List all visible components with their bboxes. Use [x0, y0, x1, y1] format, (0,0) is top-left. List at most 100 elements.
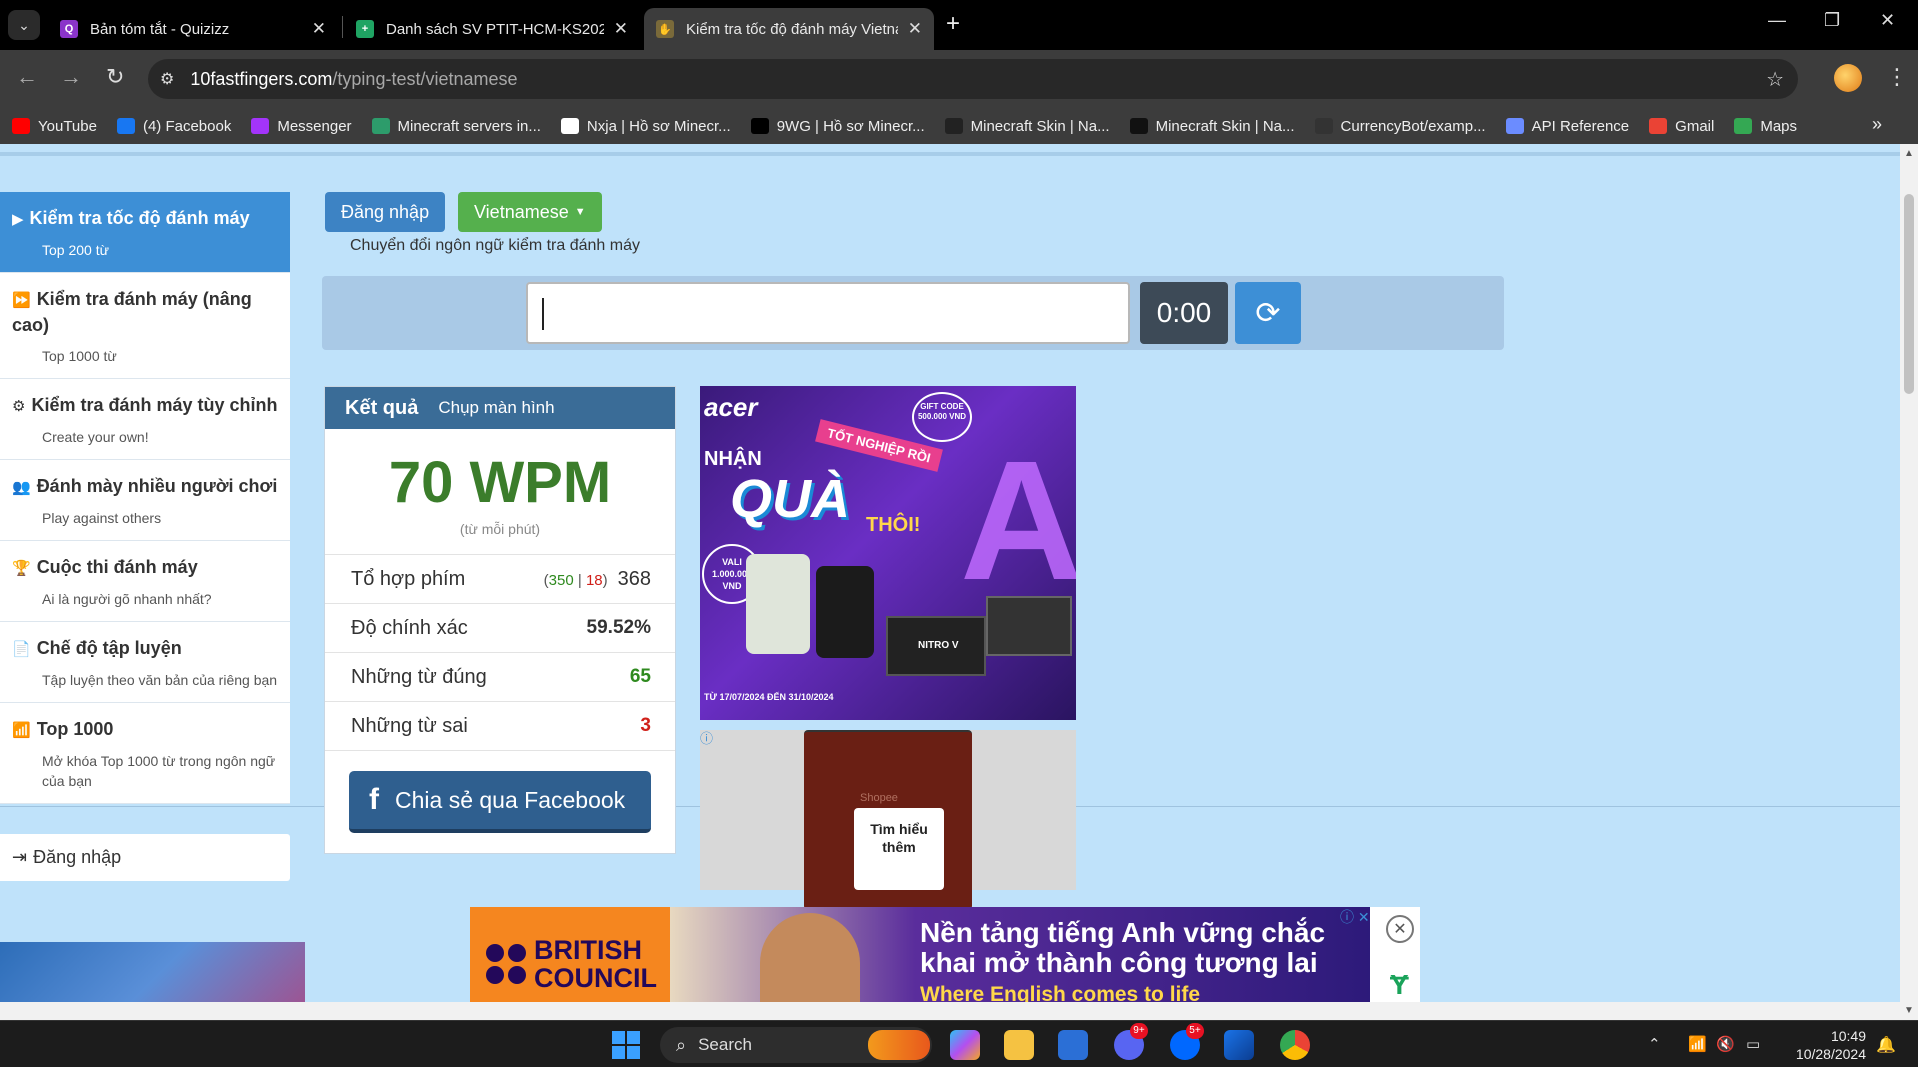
- more-bookmarks-icon[interactable]: »: [1872, 114, 1882, 135]
- luggage-image: [746, 554, 810, 654]
- learn-more-button[interactable]: Tìm hiểu thêm: [854, 808, 944, 890]
- bookmark-label: (4) Facebook: [142, 117, 232, 135]
- site-info-icon[interactable]: ⚙: [160, 69, 174, 89]
- screenshot-tab[interactable]: Chụp màn hình: [438, 398, 554, 418]
- sidebar-item-title-row: ⏩ Kiểm tra đánh máy (nâng cao): [12, 287, 278, 338]
- scroll-thumb[interactable]: [1904, 194, 1914, 394]
- discord-badge: 9+: [1130, 1023, 1148, 1039]
- mail-app-icon[interactable]: [1224, 1030, 1254, 1060]
- typing-bar: 0:00 ⟳: [322, 276, 1504, 350]
- menu-icon[interactable]: ⋮: [1886, 64, 1908, 90]
- ad-qua: QUÀ: [730, 469, 850, 529]
- chrome-icon[interactable]: [1280, 1030, 1310, 1060]
- login-button[interactable]: Đăng nhập: [325, 192, 446, 232]
- language-note: Chuyển đổi ngôn ngữ kiểm tra đánh máy: [350, 237, 640, 254]
- tab-strip: ⌄ Q Bản tóm tắt - Quizizz ✕ + Danh sách …: [0, 0, 1918, 50]
- sidebar-item[interactable]: 📶 Top 1000 Mở khóa Top 1000 từ trong ngôn …: [0, 703, 290, 804]
- vertical-scrollbar[interactable]: ▲ ▼: [1900, 144, 1918, 1020]
- close-ad-icon[interactable]: ✕: [1386, 915, 1414, 943]
- bookmark-item[interactable]: Nxja | Hồ sơ Minecr...: [560, 118, 731, 135]
- file-explorer-icon[interactable]: [1004, 1030, 1034, 1060]
- sidebar-item[interactable]: ⚙ Kiểm tra đánh máy tùy chỉnh Create your …: [0, 379, 290, 460]
- sidebar-item-icon: 👥: [12, 479, 31, 496]
- bookmark-item[interactable]: YouTube: [12, 118, 97, 135]
- speaker-muted-icon[interactable]: 🔇: [1716, 1035, 1735, 1053]
- close-icon[interactable]: ✕: [908, 19, 922, 39]
- bookmark-item[interactable]: 9WG | Hồ sơ Minecr...: [750, 118, 925, 135]
- bookmark-item[interactable]: API Reference: [1505, 117, 1630, 135]
- typing-input[interactable]: [526, 282, 1130, 344]
- tab-10fastfingers[interactable]: ✋ Kiểm tra tốc độ đánh máy Vietnamese ✕: [644, 8, 934, 50]
- bookmark-item[interactable]: (4) Facebook: [116, 117, 232, 135]
- sidebar-item-title-row: 📶 Top 1000: [12, 717, 278, 743]
- scroll-down-icon[interactable]: ▼: [1904, 1005, 1914, 1016]
- header-divider: [0, 152, 1900, 156]
- window-close-icon[interactable]: ✕: [1880, 10, 1895, 31]
- wifi-icon[interactable]: 📶: [1688, 1035, 1707, 1053]
- bookmark-item[interactable]: Messenger: [251, 117, 352, 135]
- forward-icon[interactable]: →: [60, 64, 82, 90]
- close-icon[interactable]: ✕: [312, 19, 326, 39]
- tab-quizizz[interactable]: Q Bản tóm tắt - Quizizz ✕: [48, 8, 338, 50]
- system-clock[interactable]: 10:49 10/28/2024: [1786, 1027, 1866, 1063]
- bookmark-item[interactable]: Minecraft Skin | Na...: [1129, 117, 1295, 135]
- facebook-icon: f: [369, 783, 379, 816]
- sidebar-menu: ▶ Kiểm tra tốc độ đánh máy Top 200 từ ⏩ Kiểm…: [0, 192, 290, 881]
- back-icon[interactable]: ←: [16, 64, 38, 90]
- restore-icon[interactable]: ❐: [1824, 10, 1840, 31]
- bookmark-item[interactable]: Maps: [1734, 118, 1797, 135]
- battery-icon[interactable]: ▭: [1746, 1035, 1760, 1053]
- tab-search-button[interactable]: ⌄: [8, 10, 40, 40]
- scroll-up-icon[interactable]: ▲: [1904, 148, 1914, 159]
- start-button[interactable]: [612, 1031, 640, 1059]
- shopee-ad[interactable]: Shopee Tìm hiểu thêm: [700, 730, 1076, 910]
- sidebar-item-title-row: ▶ Kiểm tra tốc độ đánh máy: [12, 206, 278, 232]
- new-tab-button[interactable]: +: [946, 10, 960, 38]
- bookmark-item[interactable]: Minecraft servers in...: [371, 118, 541, 135]
- acer-ad[interactable]: A acer GIFT CODE 500.000 VND TỐT NGHIỆP …: [700, 386, 1076, 720]
- search-icon: ⌕: [676, 1034, 687, 1055]
- bookmark-item[interactable]: CurrencyBot/examp...: [1314, 118, 1486, 135]
- restart-icon[interactable]: ⟳: [1235, 282, 1301, 344]
- minimize-icon[interactable]: —: [1768, 10, 1786, 31]
- sidebar-item[interactable]: 📄 Chế độ tập luyện Tập luyện theo văn bản …: [0, 622, 290, 703]
- adchoices-icon[interactable]: ⓘ ✕: [1340, 907, 1370, 927]
- sidebar-item[interactable]: ▶ Kiểm tra tốc độ đánh máy Top 200 từ: [0, 192, 290, 273]
- language-dropdown[interactable]: Vietnamese ▼: [458, 192, 602, 232]
- british-council-dots: [486, 943, 526, 984]
- sidebar-item[interactable]: 🏆 Cuộc thi đánh máy Ai là người gõ nhanh n…: [0, 541, 290, 622]
- widgets-icon[interactable]: [868, 1030, 930, 1060]
- tray-overflow-icon[interactable]: ⌃: [1648, 1035, 1661, 1053]
- close-icon[interactable]: ✕: [614, 19, 628, 39]
- accuracy-value: 59.52%: [586, 617, 651, 638]
- address-bar[interactable]: ⚙ 10fastfingers.com/typing-test/vietname…: [148, 59, 1798, 99]
- bookmark-label: API Reference: [1531, 117, 1630, 135]
- horizontal-scrollbar[interactable]: [0, 1002, 1900, 1020]
- luggage-image: [816, 566, 874, 658]
- laptop-label: NITRO V: [918, 640, 959, 651]
- reload-page-icon[interactable]: ↻: [106, 64, 124, 90]
- sidebar-item-icon: 📶: [12, 722, 31, 739]
- adchoices-icon[interactable]: ⓘ: [700, 728, 713, 747]
- bookmark-label: Maps: [1760, 117, 1798, 135]
- profile-avatar[interactable]: [1834, 64, 1862, 92]
- bookmark-item[interactable]: Minecraft Skin | Na...: [944, 118, 1110, 135]
- browser-toolbar: ← → ↻ ⚙ 10fastfingers.com/typing-test/vi…: [0, 50, 1918, 108]
- copilot-icon[interactable]: [950, 1030, 980, 1060]
- microsoft-store-icon[interactable]: [1058, 1030, 1088, 1060]
- sidebar-item-subtitle: Play against others: [42, 510, 162, 526]
- url-path: /typing-test/vietnamese: [332, 68, 518, 89]
- 10fastfingers-icon: ✋: [656, 20, 674, 38]
- tab-sheets[interactable]: + Danh sách SV PTIT-HCM-KS2024 ✕: [344, 8, 640, 50]
- sidebar-item[interactable]: 👥 Đánh mày nhiều người chơi Play against o…: [0, 460, 290, 541]
- sidebar-login[interactable]: ⇥ Đăng nhập: [0, 834, 290, 881]
- sidebar-item-title: Top 1000: [36, 719, 114, 739]
- bookmark-star-icon[interactable]: ☆: [1766, 67, 1784, 92]
- sidebar-item[interactable]: ⏩ Kiểm tra đánh máy (nâng cao) Top 1000 từ: [0, 273, 290, 379]
- sidebar-item-title: Chế độ tập luyện: [36, 638, 182, 658]
- bookmark-item[interactable]: Gmail: [1649, 118, 1714, 135]
- share-facebook-button[interactable]: f Chia sẻ qua Facebook: [349, 771, 651, 833]
- notification-icon[interactable]: 🔔: [1876, 1035, 1896, 1055]
- bookmark-label: Messenger: [277, 117, 352, 135]
- bookmark-label: Minecraft Skin | Na...: [1155, 117, 1295, 135]
